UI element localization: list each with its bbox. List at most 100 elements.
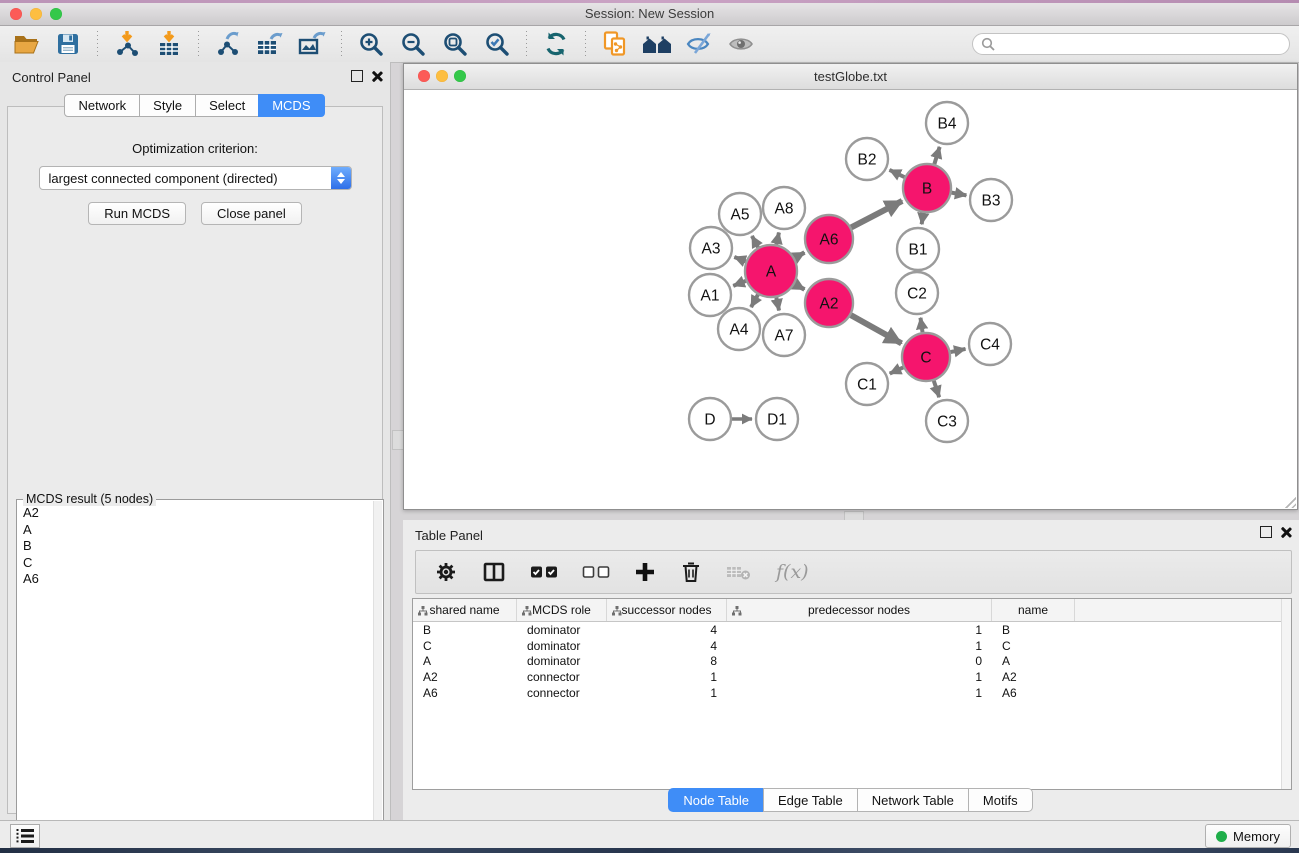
zoom-out-icon[interactable] <box>395 29 431 59</box>
mcds-result-item[interactable]: A <box>18 522 373 539</box>
close-panel-button[interactable]: Close panel <box>201 202 302 225</box>
table-cell[interactable]: connector <box>517 686 607 700</box>
node-D[interactable]: D <box>689 398 731 440</box>
edge-A-A3[interactable] <box>734 257 745 261</box>
table-cell[interactable]: A6 <box>992 686 1075 700</box>
mcds-result-item[interactable]: A2 <box>18 505 373 522</box>
export-network-icon[interactable] <box>210 29 246 59</box>
select-all-rows-icon[interactable] <box>530 564 558 580</box>
tab-network[interactable]: Network <box>64 94 140 117</box>
tab-network-table[interactable]: Network Table <box>857 788 969 812</box>
edge-B-B4[interactable] <box>934 147 939 164</box>
edge-C-C4[interactable] <box>950 349 965 352</box>
table-row-A[interactable]: Adominator80A <box>413 654 1291 670</box>
edge-A-A1[interactable] <box>733 281 746 286</box>
node-B1[interactable]: B1 <box>897 228 939 270</box>
float-panel-icon[interactable] <box>351 70 363 82</box>
table-cell[interactable]: A2 <box>413 670 517 684</box>
tab-motifs[interactable]: Motifs <box>968 788 1033 812</box>
table-cell[interactable]: connector <box>517 670 607 684</box>
table-cell[interactable]: dominator <box>517 623 607 637</box>
node-A3[interactable]: A3 <box>690 227 732 269</box>
network-canvas[interactable]: B4B2BB3A5A8A6B1A3AC2A1A2A4A7C4CC1C3DD1 <box>404 90 1297 509</box>
hide-selected-icon[interactable] <box>681 29 717 59</box>
node-A[interactable]: A <box>745 245 797 297</box>
import-table-icon[interactable] <box>151 29 187 59</box>
column-header-successor-nodes[interactable]: successor nodes <box>607 599 727 621</box>
table-cell[interactable]: 1 <box>727 623 992 637</box>
edge-A6-B[interactable] <box>851 201 902 228</box>
table-cell[interactable]: 1 <box>727 686 992 700</box>
node-A4[interactable]: A4 <box>718 308 760 350</box>
table-cell[interactable]: C <box>413 639 517 653</box>
node-C2[interactable]: C2 <box>896 272 938 314</box>
edge-A-A5[interactable] <box>752 236 758 247</box>
table-cell[interactable]: dominator <box>517 639 607 653</box>
column-header-predecessor-nodes[interactable]: predecessor nodes <box>727 599 992 621</box>
node-C3[interactable]: C3 <box>926 400 968 442</box>
node-A1[interactable]: A1 <box>689 274 731 316</box>
table-cell[interactable]: 4 <box>607 623 727 637</box>
deselect-all-rows-icon[interactable] <box>582 564 610 580</box>
node-C1[interactable]: C1 <box>846 363 888 405</box>
node-B4[interactable]: B4 <box>926 102 968 144</box>
edge-C-C1[interactable] <box>890 367 904 373</box>
node-D1[interactable]: D1 <box>756 398 798 440</box>
node-B3[interactable]: B3 <box>970 179 1012 221</box>
table-row-A2[interactable]: A2connector11A2 <box>413 669 1291 685</box>
edge-A-A7[interactable] <box>776 297 779 310</box>
apply-layout-icon[interactable] <box>538 29 574 59</box>
table-settings-icon[interactable] <box>434 560 458 584</box>
table-cell[interactable]: A6 <box>413 686 517 700</box>
edge-A-A6[interactable] <box>795 253 805 258</box>
table-cell[interactable]: 1 <box>607 686 727 700</box>
close-table-panel-icon[interactable] <box>1280 527 1291 538</box>
create-new-column-icon[interactable] <box>634 561 656 583</box>
memory-button[interactable]: Memory <box>1205 824 1291 848</box>
delete-columns-icon[interactable] <box>680 560 702 584</box>
node-A8[interactable]: A8 <box>763 187 805 229</box>
edge-A2-C[interactable] <box>851 315 902 343</box>
edge-B-B3[interactable] <box>952 193 967 196</box>
tab-style[interactable]: Style <box>139 94 196 117</box>
table-row-B[interactable]: Bdominator41B <box>413 622 1291 638</box>
tab-node-table[interactable]: Node Table <box>668 788 764 812</box>
delete-table-icon[interactable] <box>726 562 752 582</box>
open-session-icon[interactable] <box>8 29 44 59</box>
node-A7[interactable]: A7 <box>763 314 805 356</box>
tab-mcds[interactable]: MCDS <box>258 94 324 117</box>
edge-A-A8[interactable] <box>776 232 778 244</box>
node-A6[interactable]: A6 <box>805 215 853 263</box>
first-neighbors-icon[interactable] <box>639 29 675 59</box>
edge-B-B2[interactable] <box>890 170 905 177</box>
column-header-MCDS-role[interactable]: MCDS role <box>517 599 607 621</box>
table-cell[interactable]: C <box>992 639 1075 653</box>
node-C[interactable]: C <box>902 333 950 381</box>
split-table-view-icon[interactable] <box>482 560 506 584</box>
table-row-C[interactable]: Cdominator41C <box>413 638 1291 654</box>
show-all-icon[interactable] <box>723 29 759 59</box>
tab-select[interactable]: Select <box>195 94 259 117</box>
table-scrollbar[interactable] <box>1281 599 1291 789</box>
table-cell[interactable]: A2 <box>992 670 1075 684</box>
mcds-result-item[interactable]: A6 <box>18 571 373 588</box>
edge-A-A2[interactable] <box>795 284 805 289</box>
table-cell[interactable]: 4 <box>607 639 727 653</box>
search-input[interactable] <box>972 33 1290 55</box>
close-panel-icon[interactable] <box>371 71 382 82</box>
new-network-from-selection-icon[interactable] <box>597 29 633 59</box>
mcds-result-item[interactable]: C <box>18 555 373 572</box>
table-cell[interactable]: A <box>992 654 1075 668</box>
function-builder-icon[interactable]: f(x) <box>776 561 809 583</box>
run-mcds-button[interactable]: Run MCDS <box>88 202 186 225</box>
zoom-selected-icon[interactable] <box>479 29 515 59</box>
export-table-icon[interactable] <box>252 29 288 59</box>
table-cell[interactable]: 1 <box>727 670 992 684</box>
table-cell[interactable]: 1 <box>727 639 992 653</box>
node-B2[interactable]: B2 <box>846 138 888 180</box>
node-A2[interactable]: A2 <box>805 279 853 327</box>
tab-edge-table[interactable]: Edge Table <box>763 788 858 812</box>
node-A5[interactable]: A5 <box>719 193 761 235</box>
edge-C-C3[interactable] <box>934 381 939 397</box>
save-session-icon[interactable] <box>50 29 86 59</box>
